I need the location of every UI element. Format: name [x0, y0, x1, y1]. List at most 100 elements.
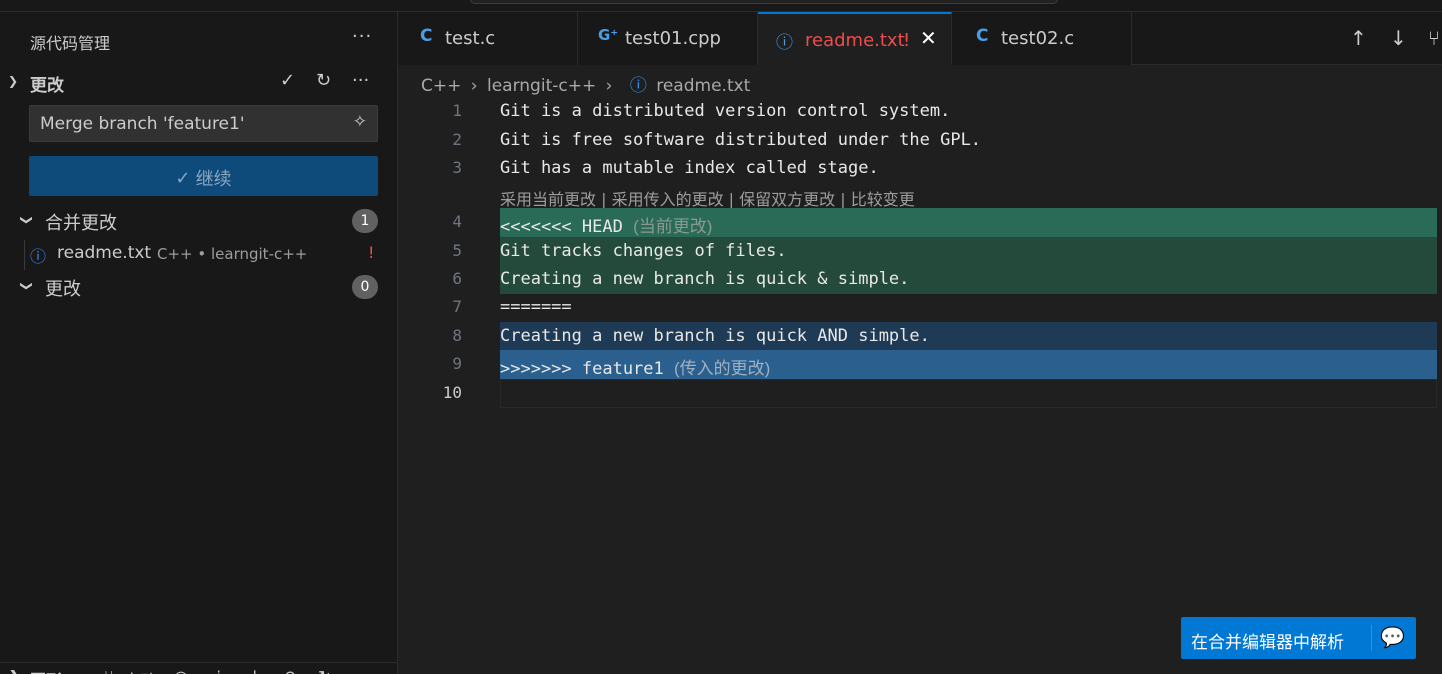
- tab-test02-c[interactable]: C test02.c: [952, 12, 1132, 65]
- conflict-separator: 7 =======: [398, 293, 1442, 322]
- more-icon[interactable]: ···: [352, 667, 367, 674]
- tab-test01-cpp[interactable]: G⁺ test01.cpp: [578, 12, 758, 65]
- auto-label[interactable]: 自动: [124, 667, 156, 674]
- commit-message-input[interactable]: Merge branch 'feature1' ✧: [29, 105, 378, 142]
- branch-icon[interactable]: ⑂: [104, 667, 114, 674]
- changes-count-badge: 0: [352, 275, 378, 299]
- refresh-icon[interactable]: ↻: [316, 70, 331, 91]
- pull-icon[interactable]: ↓: [248, 667, 261, 674]
- line-text: >>>>>>> feature1 (传入的更改): [500, 354, 770, 379]
- line-number: 4: [452, 212, 462, 231]
- push-icon[interactable]: ⟲: [282, 667, 295, 674]
- resolve-label: 在合并编辑器中解析: [1191, 633, 1344, 653]
- tab-label[interactable]: test02.c: [1001, 28, 1074, 49]
- conflict-current-line: 6 Creating a new branch is quick & simpl…: [398, 265, 1442, 294]
- chevron-down-icon[interactable]: ❯: [8, 74, 18, 88]
- chat-sparkle-icon[interactable]: 💬: [1380, 625, 1405, 649]
- merge-changes-label: 合并更改: [45, 213, 117, 234]
- line-text: Git is a distributed version control sys…: [500, 101, 951, 121]
- line-text: Creating a new branch is quick AND simpl…: [500, 326, 930, 346]
- c-file-icon: C: [420, 26, 433, 46]
- conflict-current-line: 5 Git tracks changes of files.: [398, 237, 1442, 266]
- info-icon: ⓘ: [776, 33, 793, 53]
- code-line: 3 Git has a mutable index called stage.: [398, 154, 1442, 183]
- breadcrumb: C++ › learngit-c++ › ⓘ readme.txt: [421, 71, 754, 96]
- chevron-down-icon[interactable]: ❯: [20, 281, 34, 291]
- code-editor[interactable]: 1 Git is a distributed version control s…: [398, 97, 1442, 674]
- tab-label[interactable]: readme.txt: [805, 30, 905, 51]
- line-number: 6: [452, 269, 462, 288]
- tab-label[interactable]: test.c: [445, 28, 495, 49]
- codelens-actions[interactable]: 采用当前更改 | 采用传入的更改 | 保留双方更改 | 比较变更: [500, 186, 915, 210]
- chevron-right-icon[interactable]: ❯: [8, 667, 21, 674]
- arrow-down-icon[interactable]: ↓: [1390, 26, 1407, 50]
- c-file-icon: C: [976, 26, 989, 46]
- close-icon[interactable]: ✕: [920, 26, 937, 50]
- button-divider: [1371, 625, 1372, 651]
- conflict-status: !: [368, 243, 375, 262]
- continue-label: 继续: [195, 169, 232, 190]
- breadcrumb-item[interactable]: readme.txt: [656, 76, 750, 96]
- line-text: <<<<<<< HEAD (当前更改): [500, 212, 712, 237]
- sidebar-title: 源代码管理: [30, 34, 111, 53]
- tab-readme-txt[interactable]: ⓘ readme.txt ! ✕: [758, 12, 952, 65]
- arrow-up-icon[interactable]: ↑: [1350, 26, 1367, 50]
- merge-changes-count-badge: 1: [352, 209, 378, 233]
- file-description: C++ • learngit-c++: [157, 245, 308, 263]
- sparkle-icon[interactable]: ✧: [353, 112, 367, 132]
- line-text: Creating a new branch is quick & simple.: [500, 269, 910, 289]
- graph-section-header[interactable]: ❯ 图形 ⑂ 自动 ◎ ⇣ ↓ ⟲ ↻ ···: [0, 662, 398, 674]
- compare-icon[interactable]: ⑂: [1428, 26, 1440, 50]
- info-icon: ⓘ: [30, 247, 47, 266]
- merge-codelens[interactable]: 采用当前更改 | 采用传入的更改 | 保留双方更改 | 比较变更: [398, 181, 1442, 210]
- line-text: =======: [500, 297, 572, 317]
- more-icon[interactable]: ···: [352, 70, 369, 91]
- merge-changes-group[interactable]: ❯ 合并更改 1: [0, 206, 398, 236]
- source-control-sidebar: 源代码管理 ··· ❯ 更改 ✓ ↻ ··· Merge branch 'fea…: [0, 12, 398, 674]
- more-actions-icon[interactable]: ···: [352, 26, 372, 47]
- changes-group[interactable]: ❯ 更改 0: [0, 272, 398, 302]
- tab-label[interactable]: test01.cpp: [625, 28, 721, 49]
- refresh-icon[interactable]: ↻: [318, 667, 331, 674]
- changes-section-header[interactable]: ❯ 更改 ✓ ↻ ···: [0, 68, 398, 96]
- breadcrumb-item[interactable]: C++: [421, 76, 461, 96]
- continue-button[interactable]: ✓ 继续: [29, 156, 378, 196]
- target-icon[interactable]: ◎: [174, 667, 188, 674]
- tab-test-c[interactable]: C test.c: [398, 12, 578, 65]
- changed-file-row[interactable]: ⓘ readme.txt C++ • learngit-c++ !: [0, 240, 398, 270]
- line-text: Git has a mutable index called stage.: [500, 158, 879, 178]
- chevron-right-icon: ›: [470, 76, 478, 96]
- info-icon: ⓘ: [629, 76, 647, 96]
- chevron-down-icon[interactable]: ❯: [20, 215, 34, 225]
- check-icon[interactable]: ✓: [280, 70, 295, 91]
- line-number: 5: [452, 241, 462, 260]
- conflict-current-header: 4 <<<<<<< HEAD (当前更改): [398, 208, 1442, 237]
- resolve-in-merge-editor-button[interactable]: 在合并编辑器中解析 💬: [1181, 617, 1416, 659]
- check-icon: ✓: [175, 168, 191, 189]
- current-line-highlight: [500, 379, 1437, 408]
- breadcrumb-item[interactable]: learngit-c++: [487, 76, 596, 96]
- graph-label: 图形: [30, 667, 62, 674]
- file-name[interactable]: readme.txt: [57, 243, 151, 263]
- code-line-current: 10: [398, 379, 1442, 408]
- tab-conflict-status: !: [903, 30, 911, 51]
- chevron-right-icon: ›: [605, 76, 613, 96]
- changes-label: 更改: [45, 279, 81, 300]
- changes-section-label: 更改: [30, 76, 64, 96]
- marker-text: >>>>>>> feature1: [500, 359, 664, 379]
- conflict-incoming-header: 9 >>>>>>> feature1 (传入的更改): [398, 350, 1442, 379]
- line-text: Git is free software distributed under t…: [500, 130, 982, 150]
- editor-tab-bar: C test.c G⁺ test01.cpp ⓘ readme.txt ! ✕ …: [398, 12, 1442, 65]
- title-bar: [0, 0, 1442, 12]
- marker-hint: (当前更改): [633, 217, 713, 236]
- fetch-icon[interactable]: ⇣: [212, 667, 225, 674]
- marker-hint: (传入的更改): [674, 359, 771, 378]
- commit-message-value[interactable]: Merge branch 'feature1': [40, 114, 245, 134]
- cpp-file-icon: G⁺: [598, 26, 619, 44]
- line-number: 9: [452, 354, 462, 373]
- line-number: 8: [452, 326, 462, 345]
- line-number: 2: [452, 130, 462, 149]
- line-number: 7: [452, 297, 462, 316]
- tree-indent-guide: [24, 240, 25, 270]
- command-center[interactable]: [470, 0, 1058, 4]
